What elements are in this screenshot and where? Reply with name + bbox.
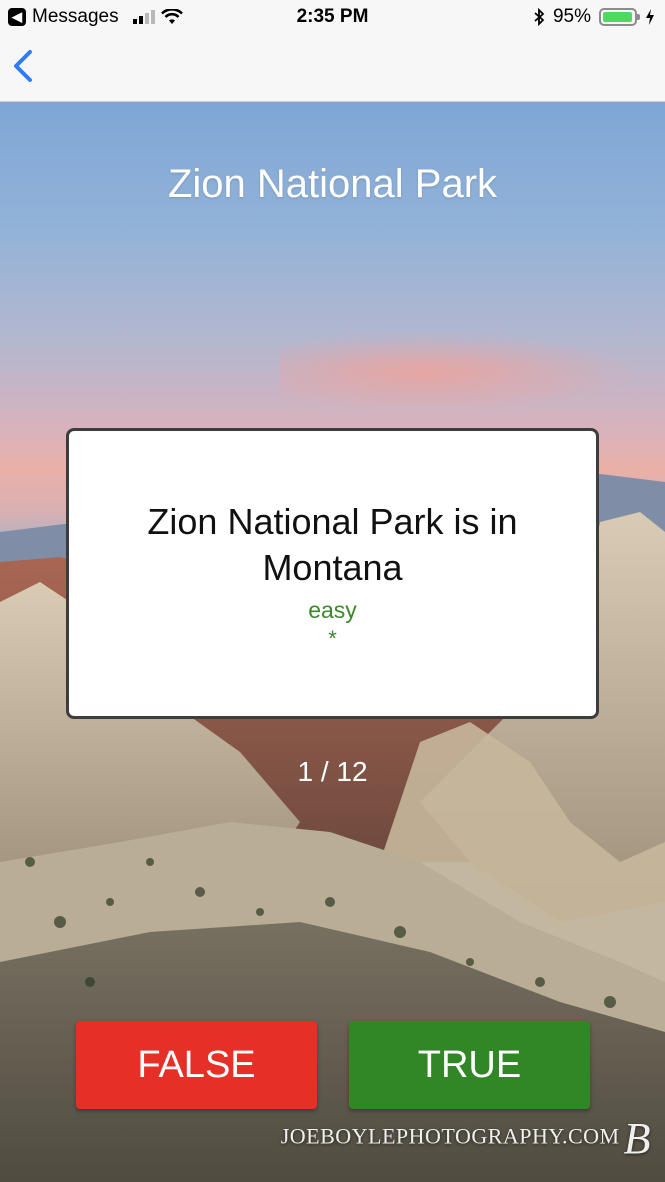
question-text: Zion National Park is in Montana: [147, 501, 518, 588]
false-button[interactable]: FALSE: [76, 1021, 317, 1109]
charging-icon: [646, 9, 654, 25]
watermark-mark: B: [623, 1114, 651, 1163]
battery-level: [603, 12, 632, 22]
photographer-watermark: JOEBOYLEPHOTOGRAPHY.COMB: [281, 1113, 651, 1164]
difficulty-label: easy: [308, 597, 357, 623]
battery-icon: [599, 8, 640, 26]
watermark-text: JOEBOYLEPHOTOGRAPHY.COM: [280, 1123, 620, 1149]
battery-percent: 95%: [552, 6, 591, 27]
bluetooth-icon: [534, 8, 545, 26]
navigation-bar: [0, 34, 665, 102]
chevron-left-icon: [14, 50, 32, 82]
back-button[interactable]: [8, 46, 48, 90]
status-bar: ◀ Messages 2:35 PM 95%: [0, 0, 665, 34]
question-progress: 1 / 12: [297, 756, 368, 787]
rating-marker: *: [328, 626, 337, 651]
status-right: 95%: [533, 6, 655, 28]
question-card: Zion National Park is in Montana easy *: [66, 428, 599, 719]
page-title: Zion National Park: [167, 162, 498, 206]
true-button[interactable]: TRUE: [349, 1021, 590, 1109]
